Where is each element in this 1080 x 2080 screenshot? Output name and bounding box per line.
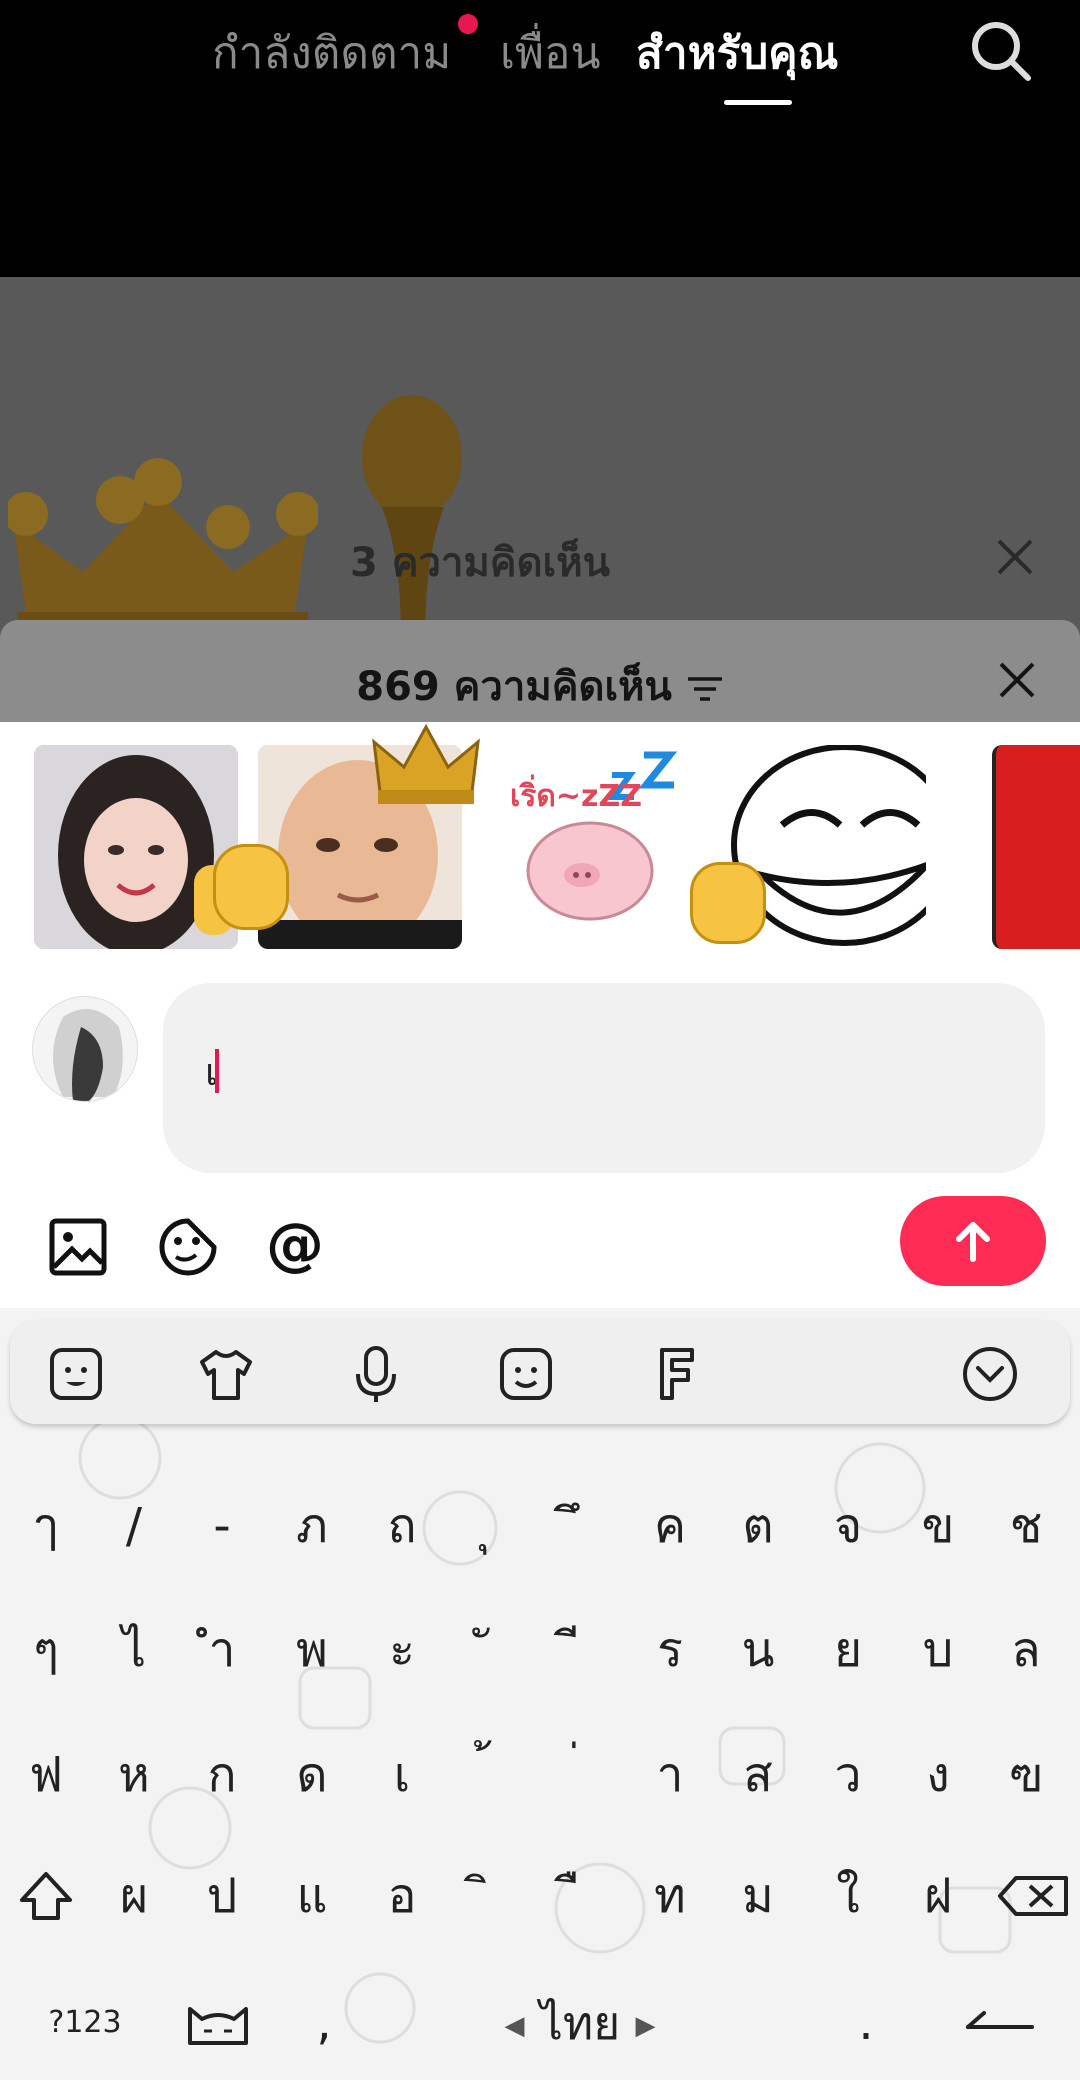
active-tab-indicator bbox=[724, 100, 792, 105]
comma-key[interactable]: , bbox=[284, 1993, 364, 2053]
pig-sticker-text: เริ่ด~zZZ bbox=[510, 779, 642, 814]
key[interactable]: / bbox=[94, 1496, 174, 1556]
text-caret bbox=[215, 1049, 219, 1093]
wave-hand-icon bbox=[213, 844, 289, 930]
close-icon[interactable] bbox=[995, 658, 1039, 702]
space-key[interactable]: ◀ ไทย ▶ bbox=[380, 1993, 780, 2053]
key[interactable]: ต bbox=[718, 1496, 798, 1556]
key[interactable]: ก bbox=[182, 1745, 262, 1805]
clap-icon bbox=[690, 862, 766, 944]
key[interactable]: อ bbox=[362, 1866, 442, 1926]
search-icon[interactable] bbox=[968, 18, 1034, 84]
key[interactable]: ม bbox=[718, 1866, 798, 1926]
key[interactable]: ิ bbox=[450, 1866, 530, 1926]
key[interactable]: ุ bbox=[450, 1496, 530, 1556]
key[interactable]: ั bbox=[450, 1620, 530, 1680]
tab-for-you[interactable]: สำหรับคุณ bbox=[636, 18, 838, 88]
key[interactable]: ื bbox=[540, 1866, 620, 1926]
key[interactable]: ไ bbox=[94, 1620, 174, 1680]
key[interactable]: ี bbox=[540, 1620, 620, 1680]
tab-following[interactable]: กำลังติดตาม bbox=[212, 18, 451, 88]
emoji-face-icon[interactable] bbox=[496, 1344, 556, 1404]
key[interactable]: ร bbox=[630, 1620, 710, 1680]
key[interactable]: ๅ bbox=[6, 1496, 86, 1556]
key[interactable]: เ bbox=[362, 1745, 442, 1805]
sort-icon[interactable] bbox=[686, 674, 724, 704]
background-comment-count: 3 ความคิดเห็น bbox=[350, 540, 610, 586]
tab-friends[interactable]: เพื่อน bbox=[500, 18, 601, 88]
microphone-icon[interactable] bbox=[346, 1344, 406, 1404]
key[interactable]: ึ bbox=[540, 1496, 620, 1556]
key[interactable]: ้ bbox=[450, 1745, 530, 1805]
key[interactable]: ำ bbox=[182, 1620, 262, 1680]
key[interactable]: ถ bbox=[362, 1496, 442, 1556]
period-key[interactable]: . bbox=[826, 1993, 906, 2053]
key[interactable]: ย bbox=[808, 1620, 888, 1680]
background-close-icon bbox=[997, 539, 1033, 575]
key[interactable]: ผ bbox=[94, 1866, 174, 1926]
key[interactable]: ฟ bbox=[6, 1745, 86, 1805]
key[interactable]: ค bbox=[630, 1496, 710, 1556]
arrow-up-icon bbox=[956, 1222, 990, 1262]
avatar[interactable] bbox=[32, 996, 138, 1102]
collapse-icon[interactable] bbox=[960, 1344, 1020, 1404]
shirt-icon[interactable] bbox=[196, 1344, 256, 1404]
symbols-key[interactable]: ?123 bbox=[30, 1993, 140, 2053]
key[interactable]: ฝ bbox=[898, 1866, 978, 1926]
comments-header: 869 ความคิดเห็น bbox=[0, 620, 1080, 722]
key[interactable]: ง bbox=[898, 1745, 978, 1805]
backspace-icon[interactable] bbox=[996, 1866, 1076, 1926]
image-icon[interactable] bbox=[46, 1215, 110, 1279]
language-left-arrow-icon: ◀ bbox=[504, 2011, 525, 2041]
shift-icon[interactable] bbox=[6, 1866, 86, 1926]
key[interactable]: จ bbox=[808, 1496, 888, 1556]
language-label: ไทย bbox=[539, 1996, 621, 2050]
key[interactable]: ว bbox=[808, 1745, 888, 1805]
sleepy-pig-sticker[interactable]: เริ่ด~zZZ bbox=[494, 745, 698, 949]
key[interactable]: ะ bbox=[362, 1620, 442, 1680]
mention-icon[interactable]: @ bbox=[266, 1204, 330, 1278]
key[interactable]: า bbox=[630, 1745, 710, 1805]
key[interactable]: ๆ bbox=[6, 1620, 86, 1680]
red-face-sticker[interactable] bbox=[992, 745, 1080, 949]
key[interactable]: ช bbox=[986, 1496, 1066, 1556]
cat-sticker-key-icon[interactable] bbox=[178, 1993, 258, 2053]
key[interactable]: ท bbox=[630, 1866, 710, 1926]
sticker-suggestions: เริ่ด~zZZ bbox=[0, 722, 1080, 958]
key[interactable]: ห bbox=[94, 1745, 174, 1805]
key[interactable]: ภ bbox=[272, 1496, 352, 1556]
key[interactable]: ข bbox=[898, 1496, 978, 1556]
key[interactable]: ล bbox=[986, 1620, 1066, 1680]
key[interactable]: ส bbox=[718, 1745, 798, 1805]
key[interactable]: พ bbox=[272, 1620, 352, 1680]
key[interactable]: ่ bbox=[540, 1745, 620, 1805]
keyboard: ๅ / - ภ ถ ุ ึ ค ต จ ข ช ๆ ไ ำ พ ะ ั ี ร … bbox=[0, 1308, 1080, 2080]
enter-icon[interactable] bbox=[960, 1993, 1040, 2053]
girl-wave-sticker[interactable] bbox=[34, 745, 238, 949]
key[interactable]: ฃ bbox=[986, 1745, 1066, 1805]
comment-composer: เ @ bbox=[0, 958, 1080, 1308]
top-navigation: กำลังติดตาม เพื่อน สำหรับคุณ bbox=[0, 0, 1080, 277]
key[interactable]: ใ bbox=[808, 1866, 888, 1926]
key[interactable]: บ bbox=[898, 1620, 978, 1680]
key[interactable]: - bbox=[182, 1496, 262, 1556]
keyboard-toolbar bbox=[10, 1320, 1070, 1424]
emoji-icon[interactable] bbox=[156, 1215, 220, 1279]
key[interactable]: แ bbox=[272, 1866, 352, 1926]
send-button[interactable] bbox=[900, 1196, 1046, 1286]
font-icon[interactable] bbox=[646, 1344, 706, 1404]
comment-count-wrap: 869 ความคิดเห็น bbox=[0, 654, 1080, 718]
crown-icon bbox=[372, 723, 480, 804]
key[interactable]: น bbox=[718, 1620, 798, 1680]
comment-count: 869 ความคิดเห็น bbox=[356, 664, 672, 710]
key[interactable]: ด bbox=[272, 1745, 352, 1805]
language-right-arrow-icon: ▶ bbox=[635, 2011, 656, 2041]
comment-input[interactable]: เ bbox=[163, 983, 1045, 1173]
sticker-face-icon[interactable] bbox=[46, 1344, 106, 1404]
notification-dot bbox=[458, 14, 478, 34]
key[interactable]: ป bbox=[182, 1866, 262, 1926]
